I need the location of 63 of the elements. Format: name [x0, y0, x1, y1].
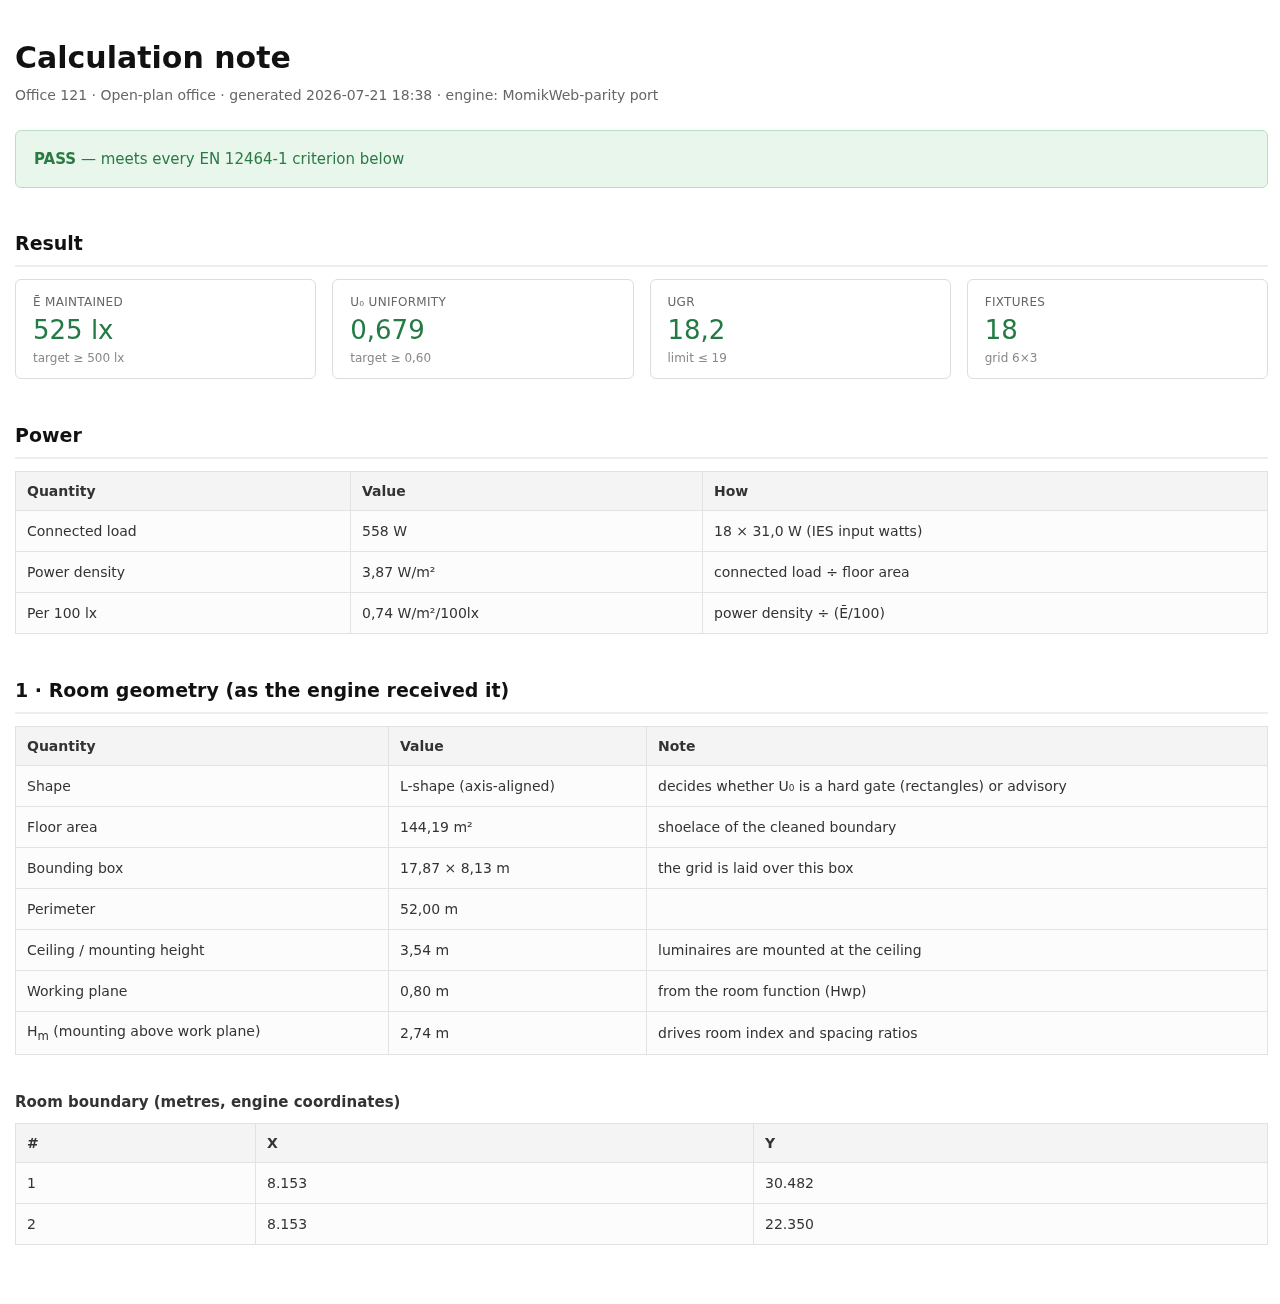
column-header: X: [255, 1123, 754, 1163]
table-cell: 3,54 m: [388, 929, 647, 971]
table-cell: connected load ÷ floor area: [702, 551, 1268, 593]
table-cell: 3,87 W/m²: [350, 551, 703, 593]
metric-note: limit ≤ 19: [667, 351, 728, 365]
table-cell: 0,74 W/m²/100lx: [350, 592, 703, 634]
table-cell: Power density: [15, 551, 351, 593]
metric-value: 525 lx: [33, 315, 115, 345]
metric-label: Ē MAINTAINED: [33, 295, 125, 309]
table-cell: 52,00 m: [388, 888, 647, 930]
column-header: Note: [646, 726, 1268, 766]
table-cell: 144,19 m²: [388, 806, 647, 848]
column-header: Quantity: [15, 471, 351, 511]
table-cell: Floor area: [15, 806, 389, 848]
metric-value: 18,2: [667, 315, 727, 345]
metric-label: FIXTURES: [984, 295, 1047, 309]
table-cell: power density ÷ (Ē/100): [702, 592, 1268, 634]
table-cell: Ceiling / mounting height: [15, 929, 389, 971]
metric-value: 18: [984, 315, 1019, 345]
column-header: Value: [388, 726, 647, 766]
subsection-heading: Room boundary (metres, engine coordinates): [15, 1092, 402, 1111]
table-cell: from the room function (Hwp): [646, 970, 1268, 1012]
table-cell: Connected load: [15, 510, 351, 552]
section-heading: Result: [15, 232, 1268, 267]
status-banner: PASS — meets every EN 12464-1 criterion below: [15, 130, 1268, 188]
table-cell: luminaires are mounted at the ceiling: [646, 929, 1268, 971]
metric-label: UGR: [667, 295, 696, 309]
column-header: Quantity: [15, 726, 389, 766]
table-cell: L-shape (axis-aligned): [388, 765, 647, 807]
table-cell: 18 × 31,0 W (IES input watts): [702, 510, 1268, 552]
table-cell: shoelace of the cleaned boundary: [646, 806, 1268, 848]
metric-value: 0,679: [350, 315, 426, 345]
column-header: #: [15, 1123, 256, 1163]
table-cell: Perimeter: [15, 888, 389, 930]
table-cell: Working plane: [15, 970, 389, 1012]
table-cell: H$_{m}$ (mounting above work plane): [15, 1011, 389, 1055]
table-cell: 8.153: [255, 1162, 754, 1204]
table-cell: the grid is laid over this box: [646, 847, 1268, 889]
table-cell: 2,74 m: [388, 1011, 647, 1055]
metric-note: target ≥ 0,60: [350, 351, 433, 365]
table-cell: decides whether U₀ is a hard gate (rectangles) or advisory: [646, 765, 1268, 807]
table-cell: 2: [15, 1203, 256, 1245]
table-cell: drives room index and spacing ratios: [646, 1011, 1268, 1055]
table-cell: 558 W: [350, 510, 703, 552]
column-header: Y: [753, 1123, 1268, 1163]
table-cell: 17,87 × 8,13 m: [388, 847, 647, 889]
table-cell: 30.482: [753, 1162, 1268, 1204]
column-header: Value: [350, 471, 703, 511]
metric-note: grid 6×3: [984, 351, 1039, 365]
table-cell: 1: [15, 1162, 256, 1204]
table-cell: 0,80 m: [388, 970, 647, 1012]
table-cell: 22.350: [753, 1203, 1268, 1245]
metric-label: U₀ UNIFORMITY: [350, 295, 448, 309]
metric-note: target ≥ 500 lx: [33, 351, 126, 365]
table-cell: Per 100 lx: [15, 592, 351, 634]
table-cell: 8.153: [255, 1203, 754, 1245]
column-header: How: [702, 471, 1268, 511]
table-cell: Shape: [15, 765, 389, 807]
section-heading: Power: [15, 424, 1268, 459]
page-subtitle: Office 121 · Open-plan office · generated 2026-07-21 18:38 · engine: MomikWeb-parity port: [15, 87, 660, 103]
table-cell: Bounding box: [15, 847, 389, 889]
section-heading: 1 · Room geometry (as the engine received it): [15, 679, 1268, 714]
page-title: Calculation note: [15, 40, 292, 75]
